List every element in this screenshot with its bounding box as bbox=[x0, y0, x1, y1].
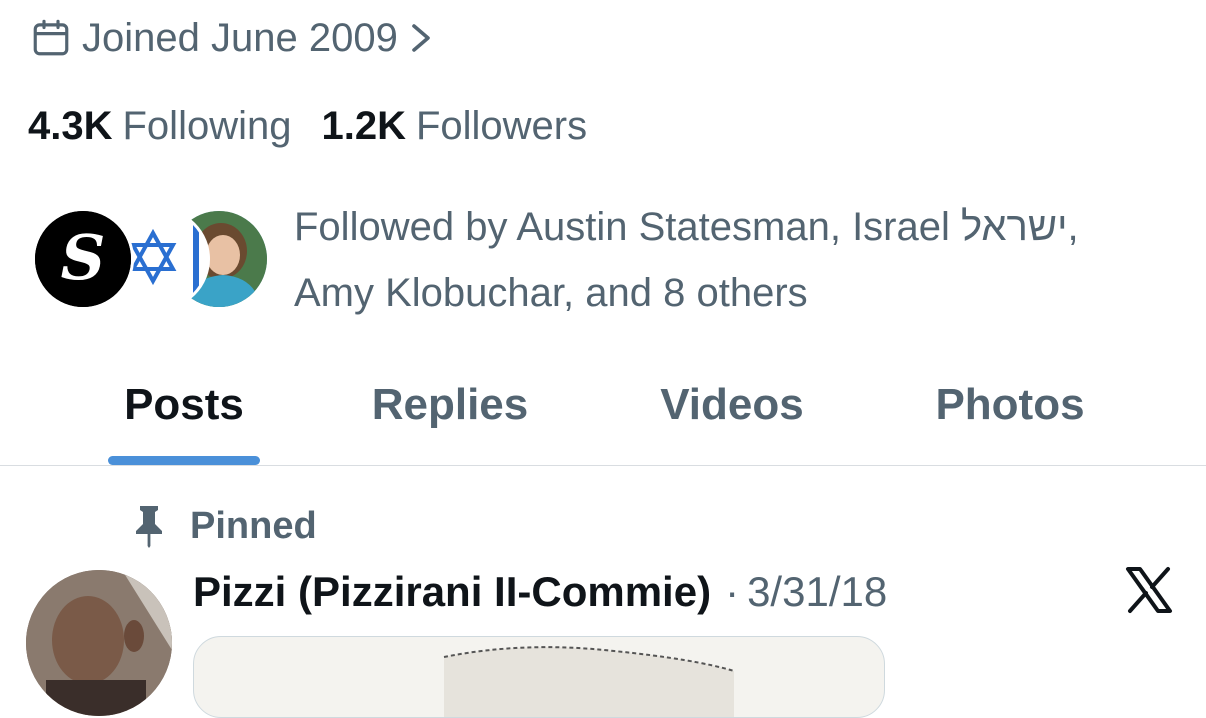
following-link[interactable]: 4.3K Following bbox=[28, 104, 291, 149]
post-header: Pizzi (Pizzirani II-Commie) · 3/31/18 bbox=[193, 564, 887, 620]
post-date[interactable]: 3/31/18 bbox=[747, 568, 887, 616]
pinned-label: Pinned bbox=[190, 504, 317, 547]
tab-videos[interactable]: Videos bbox=[640, 345, 824, 465]
chevron-right-icon bbox=[412, 24, 430, 52]
calendar-icon bbox=[33, 19, 69, 56]
following-count: 4.3K bbox=[28, 103, 113, 148]
follow-stats: 4.3K Following 1.2K Followers bbox=[28, 102, 617, 150]
pinned-indicator: Pinned bbox=[132, 500, 317, 552]
tab-posts[interactable]: Posts bbox=[108, 345, 260, 465]
joined-date-row[interactable]: Joined June 2009 bbox=[30, 14, 434, 62]
post-author-avatar[interactable] bbox=[26, 570, 172, 716]
followed-by-line-2: Amy Klobuchar, and 8 others bbox=[294, 271, 808, 315]
x-logo-icon bbox=[1126, 567, 1172, 613]
post-media-preview[interactable] bbox=[193, 636, 885, 718]
joined-date-text: Joined June 2009 bbox=[82, 15, 398, 60]
tab-replies[interactable]: Replies bbox=[350, 345, 550, 465]
post-author-name[interactable]: Pizzi (Pizzirani II-Commie) bbox=[193, 568, 711, 616]
active-tab-indicator bbox=[108, 456, 260, 465]
followers-label: Followers bbox=[415, 103, 588, 148]
tab-photos[interactable]: Photos bbox=[916, 345, 1104, 465]
followers-count: 1.2K bbox=[321, 103, 406, 148]
followers-link[interactable]: 1.2K Followers bbox=[321, 104, 587, 149]
profile-tabs: Posts Replies Videos Photos bbox=[0, 345, 1206, 466]
svg-text:S: S bbox=[61, 221, 106, 294]
pin-icon bbox=[136, 506, 162, 548]
followed-by-line-1: Followed by Austin Statesman, Israel ישר… bbox=[294, 205, 1079, 249]
followed-by-avatars: S bbox=[32, 208, 270, 310]
followed-by-row[interactable]: S Followed by Austin Statesman, Israel י… bbox=[32, 194, 1192, 315]
followed-by-text: Followed by Austin Statesman, Israel ישר… bbox=[294, 194, 1174, 326]
header-separator: · bbox=[725, 568, 740, 615]
following-label: Following bbox=[122, 103, 292, 148]
avatar-austin-statesman: S bbox=[32, 208, 134, 310]
